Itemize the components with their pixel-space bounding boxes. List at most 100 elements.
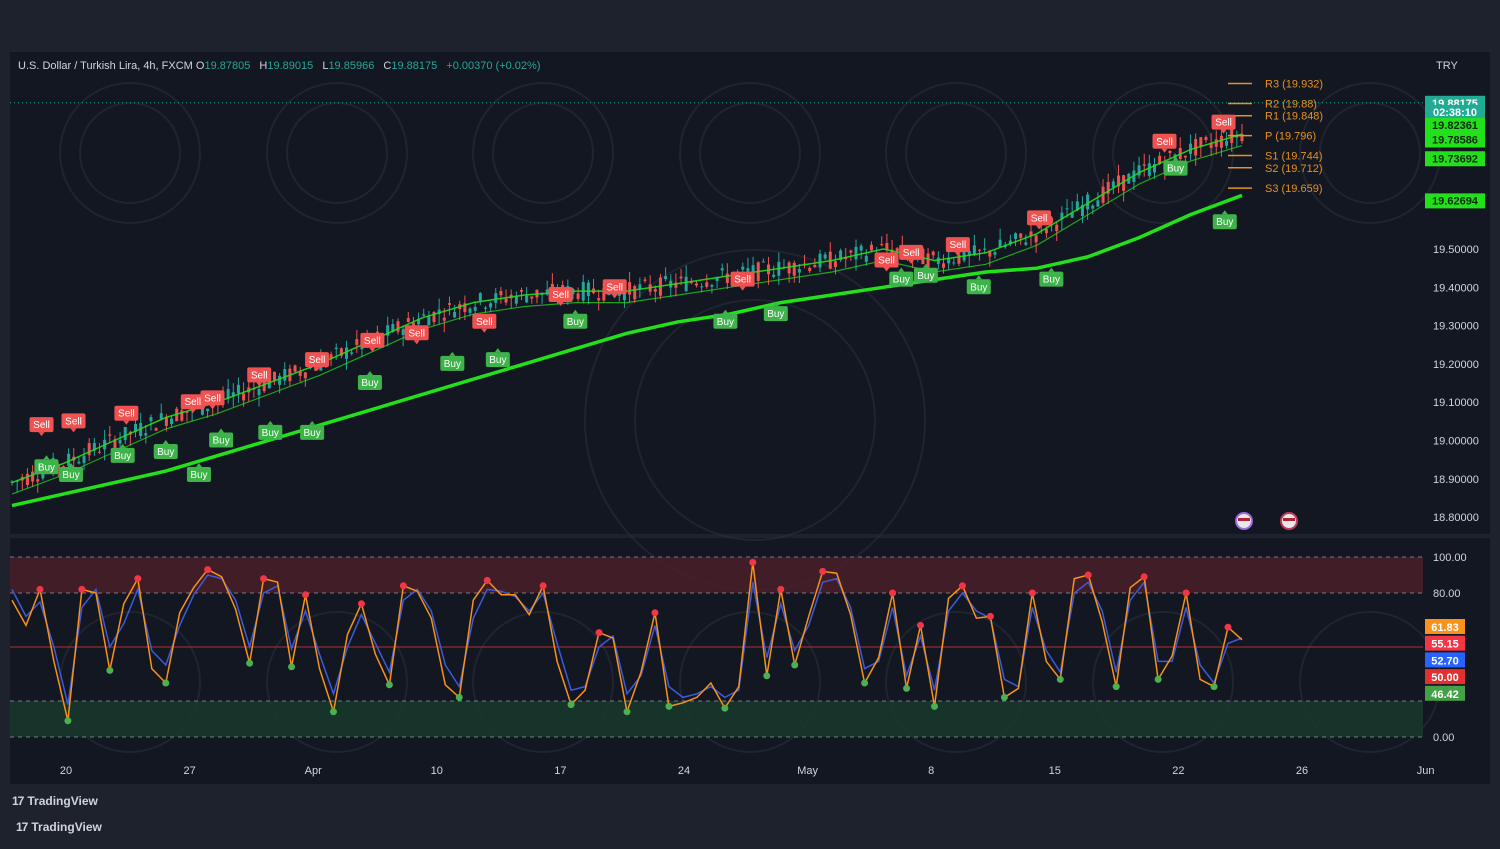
sell-signal-label: Sell <box>1031 213 1048 224</box>
candle-body <box>494 293 498 303</box>
candle-body <box>628 282 632 295</box>
chart-stage[interactable]: 19.50000 19.40000 19.30000 19.20000 19.10000… <box>0 0 1500 844</box>
oscillator-trough-dot <box>246 659 254 667</box>
change-value: +0.00370 (+0.02%) <box>446 60 541 72</box>
time-tick-label: 20 <box>60 765 72 777</box>
candle-body <box>1142 164 1146 166</box>
candle-body <box>952 262 956 264</box>
oscillator-peak-dot <box>36 585 44 593</box>
candle-body <box>1183 155 1187 158</box>
candle-body <box>118 440 122 444</box>
candle-body <box>427 316 431 326</box>
buy-signal-label: Buy <box>1043 275 1060 286</box>
sell-signal-label: Sell <box>251 370 268 381</box>
oscillator-peak-dot <box>889 589 897 597</box>
buy-signal-label: Buy <box>1167 164 1184 175</box>
symbol-legend[interactable]: U.S. Dollar / Turkish Lira, 4h, FXCM O19… <box>18 60 540 72</box>
buy-signal-label: Buy <box>970 282 987 293</box>
buy-signal-label: Buy <box>567 317 584 328</box>
oscillator-peak-dot <box>1224 623 1232 631</box>
candle-body <box>242 393 246 401</box>
symbol-title: U.S. Dollar / Turkish Lira, 4h, FXCM <box>18 60 193 72</box>
candle-body <box>643 279 647 281</box>
candle-body <box>854 246 858 260</box>
candle-body <box>519 290 523 292</box>
brand-text: TradingView <box>31 820 102 834</box>
candle-body <box>550 283 554 288</box>
candle-body <box>813 265 817 268</box>
buy-signal-label: Buy <box>717 317 734 328</box>
sell-signal-label: Sell <box>476 317 493 328</box>
oscillator-trough-dot <box>1210 683 1218 691</box>
tradingview-icon: 17 <box>16 820 28 834</box>
currency-label[interactable]: TRY <box>1436 60 1458 72</box>
price-tick-label: 19.00000 <box>1433 436 1479 448</box>
candle-body <box>278 375 282 385</box>
oscillator-band <box>10 557 1423 593</box>
brand-text: TradingView <box>27 794 98 808</box>
oscillator-peak-dot <box>958 582 966 590</box>
candle-body <box>396 321 400 332</box>
sell-signal-label: Sell <box>552 290 569 301</box>
candle-body <box>87 443 91 456</box>
oscillator-badge-label: 50.00 <box>1431 672 1459 684</box>
candle-body <box>257 389 261 396</box>
candle-body <box>303 372 307 379</box>
buy-signal-label: Buy <box>304 428 321 439</box>
candle-body <box>864 255 868 262</box>
candle-body <box>236 384 240 394</box>
candle-body <box>586 282 590 297</box>
candle-body <box>453 311 457 318</box>
candle-body <box>833 261 837 268</box>
candle-body <box>931 251 935 256</box>
candle-body <box>334 347 338 349</box>
candle-body <box>525 295 529 303</box>
candle-body <box>170 418 174 425</box>
candle-body <box>283 369 287 381</box>
us-flag-icon-stripe <box>1238 518 1250 521</box>
candle-body <box>823 254 827 259</box>
candle-body <box>597 298 601 301</box>
tradingview-logo[interactable]: 17 TradingView <box>12 794 98 808</box>
candle-body <box>25 473 29 485</box>
tradingview-logo[interactable]: 17 TradingView <box>16 820 102 834</box>
time-axis[interactable] <box>10 758 1490 784</box>
oscillator-peak-dot <box>1182 589 1190 597</box>
candle-body <box>633 286 637 300</box>
oscillator-trough-dot <box>567 701 575 709</box>
sell-signal-label: Sell <box>408 328 425 339</box>
candle-body <box>1034 235 1038 243</box>
candle-body <box>1065 208 1069 210</box>
buy-signal-label: Buy <box>190 470 207 481</box>
candle-body <box>880 244 884 246</box>
sell-signal-label: Sell <box>878 255 895 266</box>
candle-body <box>818 253 822 268</box>
sell-signal-label: Sell <box>65 416 82 427</box>
chart-svg[interactable]: 19.50000 19.40000 19.30000 19.20000 19.10000… <box>0 0 1500 844</box>
candle-body <box>401 329 405 336</box>
buy-signal-label: Buy <box>212 436 229 447</box>
oscillator-badge-label: 55.15 <box>1431 639 1459 651</box>
oscillator-tick-label: 0.00 <box>1433 732 1454 744</box>
time-tick-label: 8 <box>928 765 934 777</box>
candle-body <box>679 276 683 279</box>
candle-body <box>978 249 982 251</box>
candle-body <box>664 276 668 280</box>
main-pane[interactable] <box>10 52 1423 534</box>
sell-signal-label: Sell <box>950 240 967 251</box>
sell-signal-label: Sell <box>1215 118 1232 129</box>
candle-body <box>82 455 86 463</box>
oscillator-badge-label: 46.42 <box>1431 689 1459 701</box>
oscillator-trough-dot <box>455 693 463 701</box>
sell-signal-label: Sell <box>184 397 201 408</box>
oscillator-peak-dot <box>819 567 827 575</box>
price-tick-label: 19.30000 <box>1433 321 1479 333</box>
buy-signal-label: Buy <box>489 355 506 366</box>
candle-body <box>149 417 153 422</box>
price-tick-label: 19.40000 <box>1433 282 1479 294</box>
time-tick-label: 15 <box>1049 765 1061 777</box>
candle-body <box>1147 163 1151 176</box>
candle-body <box>31 471 35 482</box>
sell-signal-label: Sell <box>903 248 920 259</box>
candle-body <box>478 293 482 302</box>
